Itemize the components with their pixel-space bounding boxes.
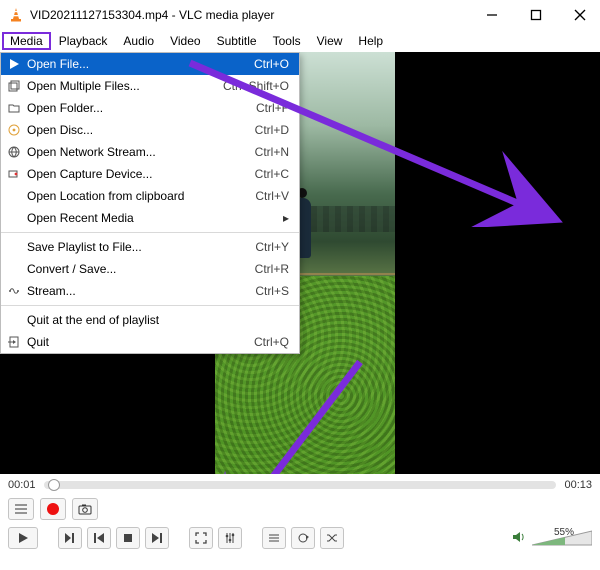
seek-knob[interactable] <box>48 479 60 491</box>
close-button[interactable] <box>568 3 592 27</box>
menu-item-subtitle[interactable]: Subtitle <box>209 32 265 50</box>
menu-item-view[interactable]: View <box>309 32 351 50</box>
menu-item-open-folder[interactable]: Open Folder...Ctrl+F <box>1 97 299 119</box>
menu-item-quit[interactable]: QuitCtrl+Q <box>1 331 299 353</box>
cap-icon <box>1 168 27 180</box>
time-elapsed: 00:01 <box>8 479 36 491</box>
video-area[interactable]: Open File...Ctrl+OOpen Multiple Files...… <box>0 52 600 474</box>
menu-item-shortcut: Ctrl+Y <box>255 240 289 254</box>
quit-icon <box>1 336 27 348</box>
menu-item-shortcut: Ctrl+O <box>254 57 289 71</box>
menu-item-save-playlist-to-file[interactable]: Save Playlist to File...Ctrl+Y <box>1 236 299 258</box>
play-button[interactable] <box>8 527 38 549</box>
menu-item-convert-save[interactable]: Convert / Save...Ctrl+R <box>1 258 299 280</box>
menu-item-open-file[interactable]: Open File...Ctrl+O <box>1 53 299 75</box>
window-buttons <box>480 3 592 27</box>
menu-item-quit-at-the-end-of-playlist[interactable]: Quit at the end of playlist <box>1 309 299 331</box>
menu-item-shortcut: Ctrl+N <box>255 145 289 159</box>
menu-item-label: Quit at the end of playlist <box>27 313 289 327</box>
menu-item-label: Open File... <box>27 57 254 71</box>
menu-item-label: Open Disc... <box>27 123 255 137</box>
snapshot-button[interactable] <box>72 498 98 520</box>
menu-item-label: Stream... <box>27 284 255 298</box>
menu-item-label: Quit <box>27 335 254 349</box>
menu-item-shortcut: Ctrl+V <box>255 189 289 203</box>
vlc-logo-icon <box>8 7 24 23</box>
menu-item-label: Open Capture Device... <box>27 167 255 181</box>
menu-item-label: Save Playlist to File... <box>27 240 255 254</box>
menu-item-help[interactable]: Help <box>350 32 391 50</box>
menu-item-label: Open Folder... <box>27 101 256 115</box>
media-menu-dropdown: Open File...Ctrl+OOpen Multiple Files...… <box>0 52 300 354</box>
record-button[interactable] <box>40 498 66 520</box>
playlist-toggle-button[interactable] <box>8 498 34 520</box>
menu-item-playback[interactable]: Playback <box>51 32 116 50</box>
title-bar: VID20211127153304.mp4 - VLC media player <box>0 0 600 30</box>
menu-item-open-disc[interactable]: Open Disc...Ctrl+D <box>1 119 299 141</box>
net-icon <box>1 146 27 158</box>
toolbar-row-1 <box>0 496 600 522</box>
menu-item-label: Open Multiple Files... <box>27 79 223 93</box>
seek-bar: 00:01 00:13 <box>0 474 600 496</box>
mute-button[interactable] <box>512 530 526 547</box>
disc-icon <box>1 124 27 136</box>
menu-item-shortcut: Ctrl+Q <box>254 335 289 349</box>
previous-button[interactable] <box>87 527 111 549</box>
menu-item-shortcut: Ctrl+D <box>255 123 289 137</box>
folder-icon <box>1 102 27 114</box>
extended-settings-button[interactable] <box>218 527 242 549</box>
menu-item-video[interactable]: Video <box>162 32 208 50</box>
menu-item-label: Open Network Stream... <box>27 145 255 159</box>
menu-item-shortcut: Ctrl+Shift+O <box>223 79 289 93</box>
menu-item-open-network-stream[interactable]: Open Network Stream...Ctrl+N <box>1 141 299 163</box>
record-icon <box>47 503 59 515</box>
maximize-button[interactable] <box>524 3 548 27</box>
menu-item-media[interactable]: Media <box>2 32 51 50</box>
menu-item-shortcut: Ctrl+S <box>255 284 289 298</box>
next-button[interactable] <box>145 527 169 549</box>
speaker-icon <box>512 530 526 544</box>
menu-item-audio[interactable]: Audio <box>115 32 162 50</box>
playlist-button[interactable] <box>262 527 286 549</box>
shuffle-button[interactable] <box>320 527 344 549</box>
menu-separator <box>1 305 299 306</box>
fullscreen-button[interactable] <box>189 527 213 549</box>
submenu-arrow-icon: ▸ <box>275 211 289 225</box>
menu-item-shortcut: Ctrl+C <box>255 167 289 181</box>
menu-item-stream[interactable]: Stream...Ctrl+S <box>1 280 299 302</box>
menu-item-label: Open Location from clipboard <box>27 189 255 203</box>
window-title: VID20211127153304.mp4 - VLC media player <box>30 8 274 22</box>
minimize-button[interactable] <box>480 3 504 27</box>
menu-item-open-recent-media[interactable]: Open Recent Media▸ <box>1 207 299 229</box>
menu-item-open-location-from-clipboard[interactable]: Open Location from clipboardCtrl+V <box>1 185 299 207</box>
toolbar-row-2: 55% <box>0 522 600 554</box>
menu-item-label: Convert / Save... <box>27 262 255 276</box>
menu-item-open-capture-device[interactable]: Open Capture Device...Ctrl+C <box>1 163 299 185</box>
volume-slider[interactable]: 55% <box>532 529 592 547</box>
menu-separator <box>1 232 299 233</box>
multi-icon <box>1 80 27 92</box>
time-total: 00:13 <box>564 479 592 491</box>
menu-item-shortcut: Ctrl+F <box>256 101 289 115</box>
play-icon <box>1 58 27 70</box>
loop-button[interactable] <box>291 527 315 549</box>
menu-bar: MediaPlaybackAudioVideoSubtitleToolsView… <box>0 30 600 52</box>
volume-percent: 55% <box>554 527 574 538</box>
menu-item-label: Open Recent Media <box>27 211 275 225</box>
menu-item-shortcut: Ctrl+R <box>255 262 289 276</box>
menu-item-tools[interactable]: Tools <box>265 32 309 50</box>
seek-track[interactable] <box>44 481 557 489</box>
stop-button[interactable] <box>116 527 140 549</box>
menu-item-open-multiple-files[interactable]: Open Multiple Files...Ctrl+Shift+O <box>1 75 299 97</box>
frame-step-button[interactable] <box>58 527 82 549</box>
wave-icon <box>1 285 27 297</box>
